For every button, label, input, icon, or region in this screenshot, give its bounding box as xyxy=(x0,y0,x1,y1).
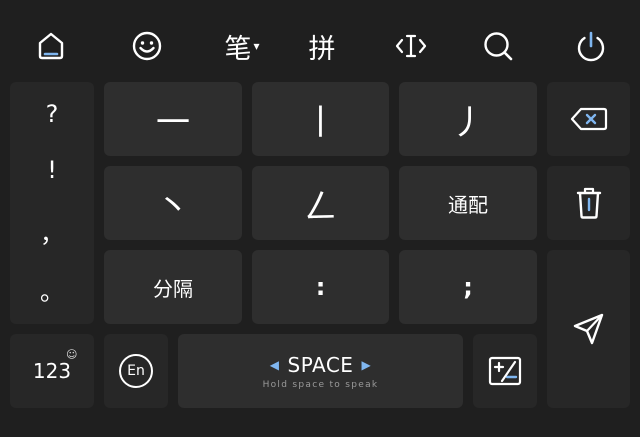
text-cursor-icon xyxy=(395,34,427,58)
smiley-badge-icon: ☺ xyxy=(66,348,78,361)
space-label-row: ◀ SPACE ▶ xyxy=(270,353,371,377)
calculator-key[interactable] xyxy=(473,334,537,408)
chevron-down-icon: ▾ xyxy=(253,39,260,53)
send-key[interactable] xyxy=(547,250,630,408)
numbers-label: 123 xyxy=(32,359,72,383)
power-icon xyxy=(577,31,605,62)
english-mode-key[interactable]: En xyxy=(104,334,168,408)
wildcard-key[interactable]: 通配 xyxy=(399,166,537,240)
separator-label: 分隔 xyxy=(153,276,193,301)
stroke-vertical-label: 丨 xyxy=(303,102,338,143)
keyboard-toolbar: 笔 ▾ 拼 xyxy=(0,0,640,78)
space-key[interactable]: ◀ SPACE ▶ Hold space to speak xyxy=(178,334,463,408)
english-mode-label: En xyxy=(119,354,153,388)
numbers-key[interactable]: 123 ☺ xyxy=(10,334,94,408)
caret-left-icon: ◀ xyxy=(269,357,280,372)
clear-key[interactable] xyxy=(547,166,630,240)
trash-icon xyxy=(576,187,601,219)
backspace-key[interactable] xyxy=(547,82,630,156)
stroke-horizontal-key[interactable]: 一 xyxy=(104,82,242,156)
power-button[interactable] xyxy=(567,22,615,70)
separator-key[interactable]: 分隔 xyxy=(104,250,242,324)
punct-period[interactable]: 。 xyxy=(10,272,94,307)
semicolon-key[interactable]: ; xyxy=(399,250,537,324)
wildcard-label: 通配 xyxy=(448,192,488,217)
colon-label: : xyxy=(315,273,326,301)
search-button[interactable] xyxy=(474,22,522,70)
cursor-move-button[interactable] xyxy=(387,22,435,70)
pinyin-mode-label: 拼 xyxy=(308,33,336,65)
punctuation-list[interactable]: ? ! ， 。 xyxy=(10,82,94,324)
stroke-mode-label: 笔 xyxy=(224,33,252,65)
emoji-icon xyxy=(132,31,162,61)
colon-key[interactable]: : xyxy=(252,250,389,324)
stroke-left-falling-key[interactable]: 丿 xyxy=(399,82,537,156)
home-icon xyxy=(38,32,64,60)
punct-comma[interactable]: ， xyxy=(10,214,94,249)
search-icon xyxy=(484,32,513,61)
home-button[interactable] xyxy=(27,22,75,70)
emoji-button[interactable] xyxy=(123,22,171,70)
stroke-dot-key[interactable]: 丶 xyxy=(104,166,242,240)
space-hint: Hold space to speak xyxy=(262,379,379,390)
space-label: SPACE xyxy=(287,352,354,377)
stroke-horizontal-label: 一 xyxy=(156,102,190,143)
stroke-left-falling-label: 丿 xyxy=(451,102,485,143)
caret-right-icon: ▶ xyxy=(361,357,372,372)
send-icon xyxy=(573,313,603,345)
semicolon-label: ; xyxy=(463,273,473,301)
stroke-vertical-key[interactable]: 丨 xyxy=(252,82,389,156)
stroke-input-mode-button[interactable]: 笔 ▾ xyxy=(212,22,272,70)
punct-exclamation[interactable]: ! xyxy=(10,156,94,184)
pinyin-mode-button[interactable]: 拼 xyxy=(298,22,346,70)
stroke-turning-key[interactable]: ㄥ xyxy=(252,166,389,240)
punct-question[interactable]: ? xyxy=(10,100,94,128)
stroke-turning-label: ㄥ xyxy=(303,186,338,227)
stroke-dot-label: 丶 xyxy=(156,186,190,227)
backspace-icon xyxy=(570,107,607,131)
plus-minus-icon xyxy=(488,356,522,386)
